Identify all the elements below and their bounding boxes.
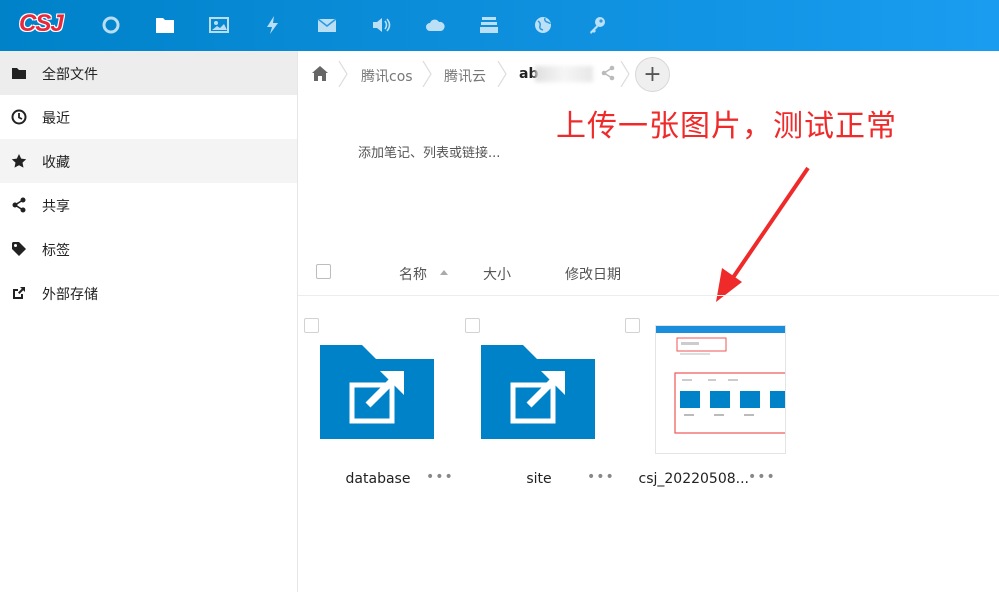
- annotation-text: 上传一张图片，测试正常: [556, 109, 897, 144]
- clock-icon: [11, 109, 27, 125]
- share-icon[interactable]: [600, 65, 616, 81]
- sidebar-item-label: 外部存储: [42, 287, 98, 303]
- star-icon: [11, 154, 27, 168]
- file-name[interactable]: site: [479, 471, 599, 487]
- audio-icon[interactable]: [368, 12, 394, 38]
- sidebar-item-label: 收藏: [42, 155, 70, 171]
- file-checkbox[interactable]: [465, 318, 480, 333]
- sidebar: 全部文件 最近 收藏 共享 标签 外部存储: [0, 51, 298, 592]
- sidebar-item-favorites[interactable]: 收藏: [0, 139, 297, 183]
- sidebar-item-label: 全部文件: [42, 67, 98, 83]
- external-folder-icon: [481, 345, 595, 439]
- deck-icon[interactable]: [476, 12, 502, 38]
- file-checkbox[interactable]: [304, 318, 319, 333]
- breadcrumb-separator-icon: [422, 61, 432, 87]
- home-icon[interactable]: [312, 66, 328, 81]
- column-name[interactable]: 名称: [399, 264, 427, 284]
- activity-icon[interactable]: [260, 12, 286, 38]
- external-folder-icon: [320, 345, 434, 439]
- file-checkbox[interactable]: [625, 318, 640, 333]
- sidebar-item-all-files[interactable]: 全部文件: [0, 51, 297, 95]
- notes-placeholder[interactable]: 添加笔记、列表或链接...: [358, 142, 500, 161]
- file-tile[interactable]: database •••: [298, 296, 458, 506]
- breadcrumb-item[interactable]: 腾讯cos: [361, 66, 413, 86]
- more-actions-icon[interactable]: •••: [748, 469, 776, 485]
- files-icon[interactable]: [152, 12, 178, 38]
- breadcrumb: 腾讯cos 腾讯云 ab +: [298, 51, 999, 97]
- cloud-icon[interactable]: [422, 12, 448, 38]
- file-tile[interactable]: csj_20220508... •••: [619, 296, 789, 506]
- file-list-header: 名称 大小 修改日期: [298, 252, 999, 296]
- sidebar-item-label: 共享: [42, 199, 70, 215]
- tag-icon: [12, 242, 26, 256]
- sidebar-item-recent[interactable]: 最近: [0, 95, 297, 139]
- breadcrumb-separator-icon: [620, 61, 630, 87]
- add-new-button[interactable]: +: [635, 57, 670, 92]
- column-modified[interactable]: 修改日期: [565, 264, 621, 284]
- redacted-folder-name: [535, 66, 593, 82]
- file-name[interactable]: database: [318, 471, 438, 487]
- breadcrumb-separator-icon: [338, 61, 348, 87]
- app-logo[interactable]: CSJ: [19, 10, 65, 37]
- share-icon: [12, 197, 26, 213]
- sidebar-item-external-storage[interactable]: 外部存储: [0, 271, 297, 315]
- sidebar-item-shared[interactable]: 共享: [0, 183, 297, 227]
- more-actions-icon[interactable]: •••: [426, 469, 454, 485]
- column-size[interactable]: 大小: [483, 264, 511, 284]
- sort-ascending-icon: [440, 270, 448, 275]
- image-thumbnail: [655, 325, 786, 454]
- file-name[interactable]: csj_20220508...: [619, 471, 750, 487]
- more-actions-icon[interactable]: •••: [587, 469, 615, 485]
- select-all-checkbox[interactable]: [316, 264, 331, 279]
- sidebar-item-tags[interactable]: 标签: [0, 227, 297, 271]
- photos-icon[interactable]: [206, 12, 232, 38]
- breadcrumb-separator-icon: [497, 61, 507, 87]
- globe-icon[interactable]: [530, 12, 556, 38]
- folder-icon: [12, 68, 26, 79]
- key-icon[interactable]: [584, 12, 610, 38]
- external-link-icon: [13, 287, 25, 299]
- mail-icon[interactable]: [314, 12, 340, 38]
- sidebar-item-label: 最近: [42, 111, 70, 127]
- file-tile[interactable]: site •••: [459, 296, 619, 506]
- sidebar-item-label: 标签: [42, 243, 70, 259]
- breadcrumb-item[interactable]: 腾讯云: [444, 66, 486, 86]
- top-bar: CSJ: [0, 0, 999, 51]
- dashboard-icon[interactable]: [98, 12, 124, 38]
